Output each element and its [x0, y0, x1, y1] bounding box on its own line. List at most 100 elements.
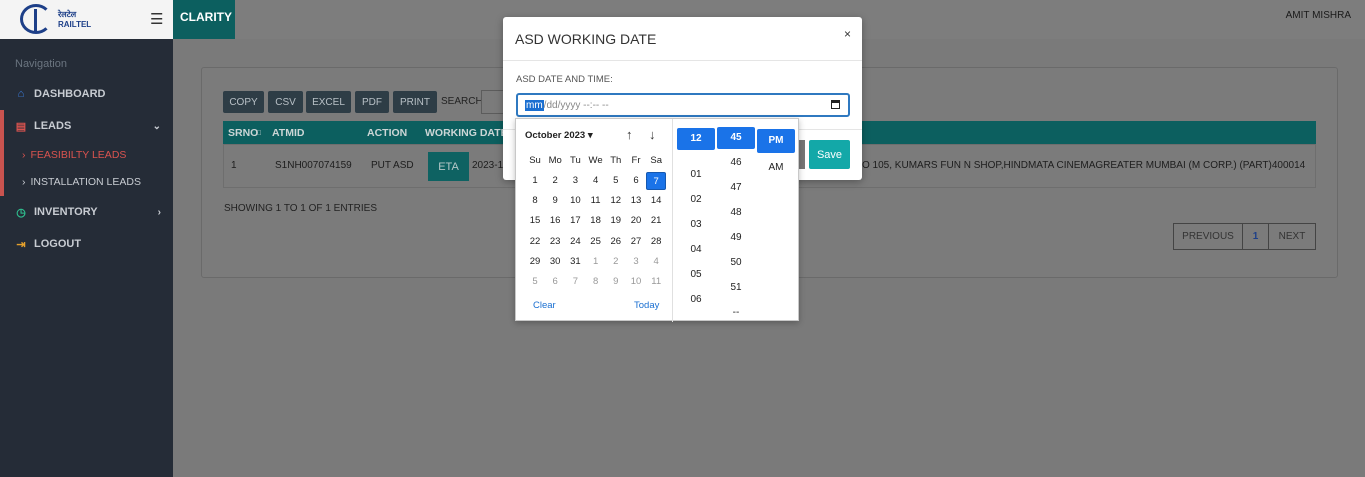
sidebar-item-installation-leads[interactable]: › INSTALLATION LEADS: [0, 170, 173, 194]
calendar-day[interactable]: 18: [586, 212, 606, 230]
sidebar-item-dashboard[interactable]: ⌂ DASHBOARD: [0, 81, 173, 107]
calendar-day[interactable]: 9: [545, 192, 565, 210]
calendar-day[interactable]: 29: [525, 253, 545, 271]
calendar-day[interactable]: 23: [545, 233, 565, 251]
calendar-day[interactable]: 11: [646, 273, 666, 291]
sidebar-item-feasibility-leads[interactable]: › FEASIBILTY LEADS: [0, 143, 173, 167]
column-header-srno[interactable]: SRNO: [228, 127, 258, 139]
pdf-button[interactable]: PDF: [355, 91, 389, 113]
minute-option[interactable]: 50: [717, 257, 755, 268]
calendar-day[interactable]: 3: [626, 253, 646, 271]
calendar-day[interactable]: 4: [586, 172, 606, 190]
user-name[interactable]: AMIT MISHRA: [1286, 10, 1351, 21]
minute-option[interactable]: 47: [717, 182, 755, 193]
calendar-day[interactable]: 8: [525, 192, 545, 210]
calendar-day[interactable]: 22: [525, 233, 545, 251]
page-1-button[interactable]: 1: [1242, 223, 1269, 250]
hamburger-menu-icon[interactable]: ☰: [150, 10, 163, 28]
print-button[interactable]: PRINT: [393, 91, 437, 113]
clear-button[interactable]: Clear: [533, 300, 556, 311]
calendar-day[interactable]: 30: [545, 253, 565, 271]
calendar-day[interactable]: 13: [626, 192, 646, 210]
chevron-right-icon: ›: [22, 149, 26, 161]
sidebar-item-logout[interactable]: ⇥ LOGOUT: [0, 231, 173, 257]
hour-option[interactable]: 06: [677, 294, 715, 305]
calendar-day[interactable]: 27: [626, 233, 646, 251]
calendar-day[interactable]: 1: [525, 172, 545, 190]
hour-option[interactable]: 12: [677, 128, 715, 150]
logo: रेलटेल RAILTEL ☰: [0, 0, 173, 39]
arrow-down-icon[interactable]: ↓: [649, 127, 656, 142]
calendar-day[interactable]: 7: [646, 172, 667, 190]
calendar-day[interactable]: 28: [646, 233, 666, 251]
calendar-day[interactable]: 15: [525, 212, 545, 230]
hour-option[interactable]: 05: [677, 269, 715, 280]
month-segment[interactable]: mm: [525, 99, 544, 111]
chart-pie-icon: ◷: [16, 206, 26, 219]
calendar-day[interactable]: 2: [545, 172, 565, 190]
calendar-day[interactable]: 11: [586, 192, 606, 210]
calendar-day[interactable]: 8: [586, 273, 606, 291]
ampm-option[interactable]: AM: [757, 162, 795, 173]
calendar-day[interactable]: 1: [586, 253, 606, 271]
column-header-atmid[interactable]: ATMID: [272, 127, 304, 139]
calendar-day[interactable]: 10: [626, 273, 646, 291]
calendar-day[interactable]: 10: [565, 192, 585, 210]
hour-option[interactable]: 03: [677, 219, 715, 230]
calendar-day[interactable]: 5: [525, 273, 545, 291]
today-button[interactable]: Today: [634, 300, 659, 311]
copy-button[interactable]: COPY: [223, 91, 264, 113]
calendar-day[interactable]: 6: [545, 273, 565, 291]
close-icon[interactable]: ×: [844, 27, 851, 41]
column-header-action[interactable]: ACTION: [367, 127, 407, 139]
calendar-day[interactable]: 26: [606, 233, 626, 251]
csv-button[interactable]: CSV: [268, 91, 303, 113]
minute-option[interactable]: 46: [717, 157, 755, 168]
sidebar-item-leads[interactable]: ▤ LEADS ⌄: [0, 113, 173, 139]
sidebar-item-label: INSTALLATION LEADS: [30, 176, 141, 188]
hour-option[interactable]: 01: [677, 169, 715, 180]
sidebar-item-inventory[interactable]: ◷ INVENTORY ›: [0, 199, 173, 225]
minute-option[interactable]: --: [717, 307, 755, 318]
calendar-day[interactable]: 19: [606, 212, 626, 230]
calendar-day[interactable]: 3: [565, 172, 585, 190]
calendar-day[interactable]: 6: [626, 172, 646, 190]
hour-option[interactable]: 02: [677, 194, 715, 205]
calendar-day[interactable]: 14: [646, 192, 666, 210]
weekday-label: Mo: [548, 155, 562, 166]
calendar-day[interactable]: 12: [606, 192, 626, 210]
divider: [503, 60, 862, 61]
cell-action: PUT ASD: [371, 160, 414, 171]
minute-option[interactable]: 51: [717, 282, 755, 293]
column-header-working-date[interactable]: WORKING DATE: [425, 127, 508, 139]
excel-button[interactable]: EXCEL: [306, 91, 351, 113]
weekday-label: Th: [610, 155, 622, 166]
previous-button[interactable]: PREVIOUS: [1173, 223, 1243, 250]
calendar-day[interactable]: 17: [565, 212, 585, 230]
eta-button[interactable]: ETA: [428, 152, 469, 181]
close-button[interactable]: [799, 140, 805, 169]
calendar-icon[interactable]: [831, 100, 840, 109]
calendar-day[interactable]: 9: [606, 273, 626, 291]
calendar-day[interactable]: 16: [545, 212, 565, 230]
hour-option[interactable]: 04: [677, 244, 715, 255]
minute-option[interactable]: 49: [717, 232, 755, 243]
month-year-select[interactable]: October 2023 ▾: [525, 130, 593, 141]
calendar-day[interactable]: 4: [646, 253, 666, 271]
next-button[interactable]: NEXT: [1268, 223, 1316, 250]
minute-option[interactable]: 48: [717, 207, 755, 218]
arrow-up-icon[interactable]: ↑: [626, 127, 633, 142]
calendar-day[interactable]: 24: [565, 233, 585, 251]
calendar-day[interactable]: 5: [606, 172, 626, 190]
calendar-day[interactable]: 31: [565, 253, 585, 271]
calendar-day[interactable]: 7: [565, 273, 585, 291]
calendar-day[interactable]: 21: [646, 212, 666, 230]
save-button[interactable]: Save: [809, 140, 850, 169]
sort-icon[interactable]: □: [256, 128, 261, 137]
calendar-day[interactable]: 20: [626, 212, 646, 230]
minute-option[interactable]: 45: [717, 127, 755, 149]
date-time-input[interactable]: mm/dd/yyyy --:-- --: [516, 93, 850, 117]
ampm-option[interactable]: PM: [757, 129, 795, 153]
calendar-day[interactable]: 2: [606, 253, 626, 271]
calendar-day[interactable]: 25: [586, 233, 606, 251]
